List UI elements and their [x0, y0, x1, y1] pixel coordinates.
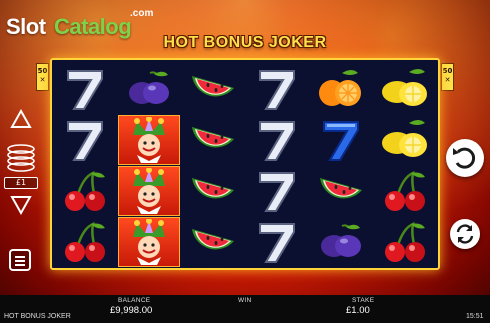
- blue-seven-icon: [310, 115, 372, 165]
- seven-icon: [246, 217, 308, 267]
- menu-button[interactable]: [9, 249, 31, 271]
- coin-stack-icon: [6, 144, 36, 172]
- cherry-icon: [54, 217, 116, 267]
- lemon-icon: [374, 115, 436, 165]
- watermelon-icon: [182, 217, 244, 267]
- watermelon-icon: [310, 166, 372, 216]
- watermelon-icon: [182, 115, 244, 165]
- coin-value-display: £1: [4, 177, 38, 189]
- seven-icon: [246, 64, 308, 114]
- reel-grid: [50, 58, 440, 270]
- cherry-icon: [374, 217, 436, 267]
- reel-3: [182, 62, 244, 268]
- bottom-info-bar: HOT BONUS JOKER BALANCE £9,998.00 WIN ST…: [0, 295, 490, 323]
- reel-5: [310, 62, 372, 268]
- joker-icon: [118, 115, 180, 165]
- autoplay-button[interactable]: [450, 219, 480, 249]
- spin-button[interactable]: [446, 139, 484, 177]
- hamburger-icon-line: [15, 260, 25, 262]
- hamburger-icon-line: [15, 264, 25, 266]
- paylines-badge-right: 50 ✕: [441, 63, 454, 91]
- cherry-icon: [54, 166, 116, 216]
- stake-decrease-button[interactable]: [10, 194, 32, 216]
- stake-label: STAKE: [352, 297, 375, 304]
- joker-icon: [118, 217, 180, 267]
- joker-icon: [118, 166, 180, 216]
- plum-icon: [310, 217, 372, 267]
- seven-icon: [246, 166, 308, 216]
- balance-label: BALANCE: [118, 297, 151, 304]
- cherry-icon: [374, 166, 436, 216]
- lemon-icon: [374, 64, 436, 114]
- paylines-badge-left: 50 ✕: [36, 63, 49, 91]
- triangle-up-icon: [10, 108, 32, 128]
- stake-increase-button[interactable]: [10, 108, 32, 130]
- stake-value: £1.00: [346, 305, 370, 316]
- seven-icon: [54, 115, 116, 165]
- reel-6: [374, 62, 436, 268]
- triangle-down-icon: [10, 196, 32, 216]
- autoplay-icon: [456, 224, 474, 244]
- clock-time: 15:51: [466, 313, 484, 320]
- hamburger-icon-line: [15, 256, 25, 258]
- spin-arrow-icon: [453, 147, 476, 169]
- logo-dotcom-text: .com: [130, 8, 154, 19]
- watermelon-icon: [182, 64, 244, 114]
- win-label: WIN: [238, 297, 252, 304]
- paylines-count-right: 50: [442, 67, 453, 75]
- plum-icon: [118, 64, 180, 114]
- reel-1: [54, 62, 116, 268]
- seven-icon: [246, 115, 308, 165]
- balance-value: £9,998.00: [110, 305, 153, 316]
- logo-slot-text: Slot: [6, 14, 46, 39]
- seven-icon: [54, 64, 116, 114]
- reel-4: [246, 62, 308, 268]
- game-title: HOT BONUS JOKER: [163, 34, 327, 51]
- logo-catalog-text: Catalog: [54, 14, 132, 39]
- orange-icon: [310, 64, 372, 114]
- watermelon-icon: [182, 166, 244, 216]
- reel-2: [118, 62, 180, 268]
- slotcatalog-logo: Slot Catalog .com: [6, 6, 156, 40]
- game-name-footer: HOT BONUS JOKER: [4, 313, 71, 320]
- paylines-count-left: 50: [37, 67, 48, 75]
